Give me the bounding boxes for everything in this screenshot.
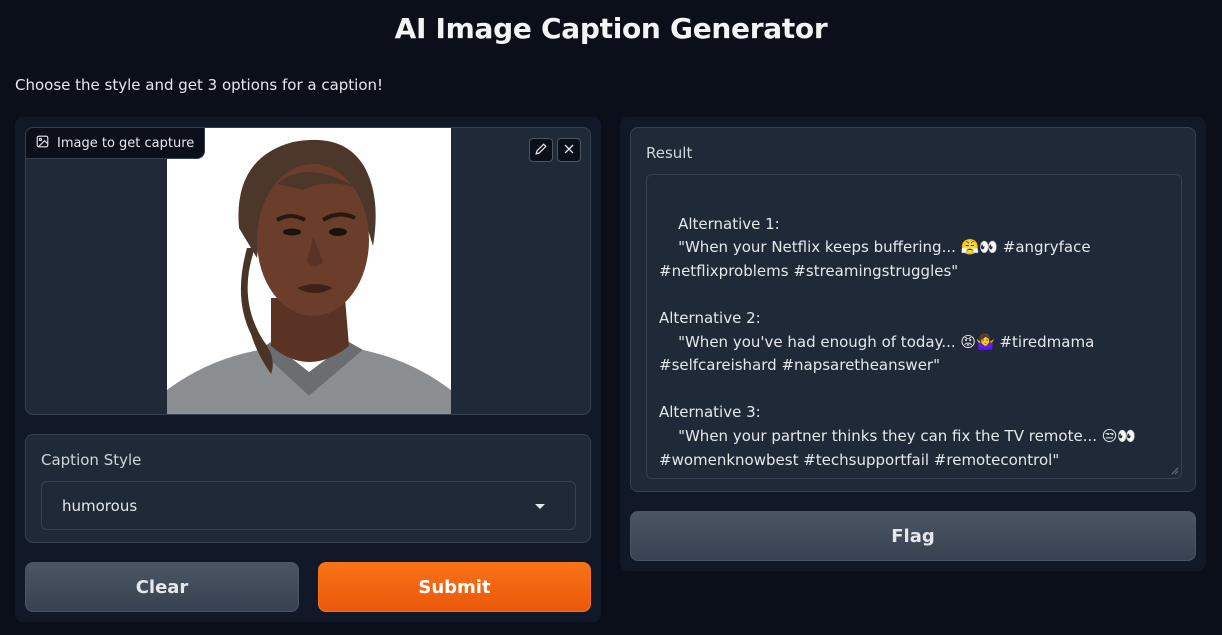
image-input-label: Image to get capture xyxy=(57,135,195,151)
edit-image-button[interactable] xyxy=(529,138,553,162)
caption-style-dropdown[interactable]: humorous xyxy=(41,481,576,530)
clear-image-button[interactable] xyxy=(557,138,581,162)
input-panel: Image to get capture Caption Style humor… xyxy=(15,117,601,622)
submit-button[interactable]: Submit xyxy=(318,562,591,612)
caption-style-value: humorous xyxy=(62,496,138,515)
image-upload[interactable]: Image to get capture xyxy=(25,127,591,415)
chevron-down-icon xyxy=(535,504,545,509)
page-description: Choose the style and get 3 options for a… xyxy=(15,76,384,94)
image-input-label-badge: Image to get capture xyxy=(26,128,206,159)
caption-style-block: Caption Style humorous xyxy=(25,434,591,543)
output-panel: Result Alternative 1: "When your Netflix… xyxy=(620,117,1206,571)
resize-handle-icon[interactable] xyxy=(1171,467,1179,475)
close-icon xyxy=(562,141,576,160)
result-textarea[interactable]: Alternative 1: "When your Netflix keeps … xyxy=(646,174,1182,479)
caption-style-label: Caption Style xyxy=(41,451,142,469)
image-icon xyxy=(36,135,49,152)
uploaded-photo xyxy=(167,128,451,414)
result-block: Result Alternative 1: "When your Netflix… xyxy=(630,127,1196,492)
flag-button[interactable]: Flag xyxy=(630,511,1196,561)
pencil-icon xyxy=(534,141,548,160)
page-title: AI Image Caption Generator xyxy=(394,12,828,45)
result-label: Result xyxy=(646,144,693,162)
clear-button[interactable]: Clear xyxy=(25,562,299,612)
